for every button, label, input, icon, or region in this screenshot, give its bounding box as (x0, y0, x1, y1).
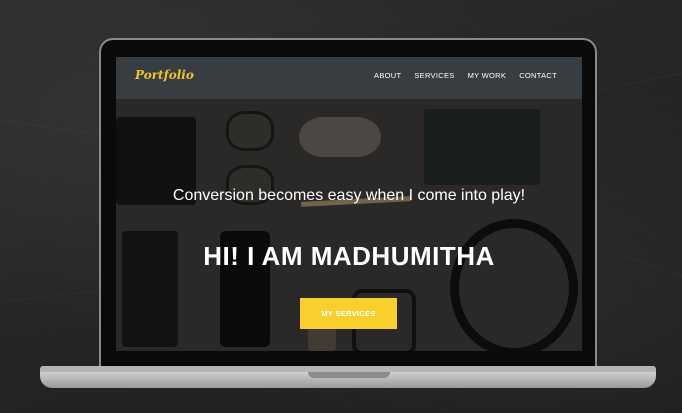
nav-link-contact[interactable]: CONTACT (519, 71, 557, 80)
hero-headline: HI! I AM MADHUMITHA (203, 241, 495, 271)
laptop-notch (308, 372, 390, 378)
site-navbar: Portfolio ABOUT SERVICES MY WORK CONTACT (116, 57, 582, 99)
nav-link-services[interactable]: SERVICES (414, 71, 454, 80)
laptop-screen: Portfolio ABOUT SERVICES MY WORK CONTACT… (116, 57, 582, 351)
my-services-button[interactable]: MY SERVICES (300, 298, 397, 329)
background-crease (610, 250, 682, 278)
site-logo[interactable]: Portfolio (135, 68, 194, 82)
nav-links: ABOUT SERVICES MY WORK CONTACT (374, 71, 557, 80)
background-crease (10, 290, 110, 301)
nav-link-about[interactable]: ABOUT (374, 71, 401, 80)
hero-section: Conversion becomes easy when I come into… (116, 99, 582, 351)
background-crease (600, 71, 682, 91)
hero-tagline: Conversion becomes easy when I come into… (172, 187, 526, 204)
nav-link-my-work[interactable]: MY WORK (468, 71, 507, 80)
